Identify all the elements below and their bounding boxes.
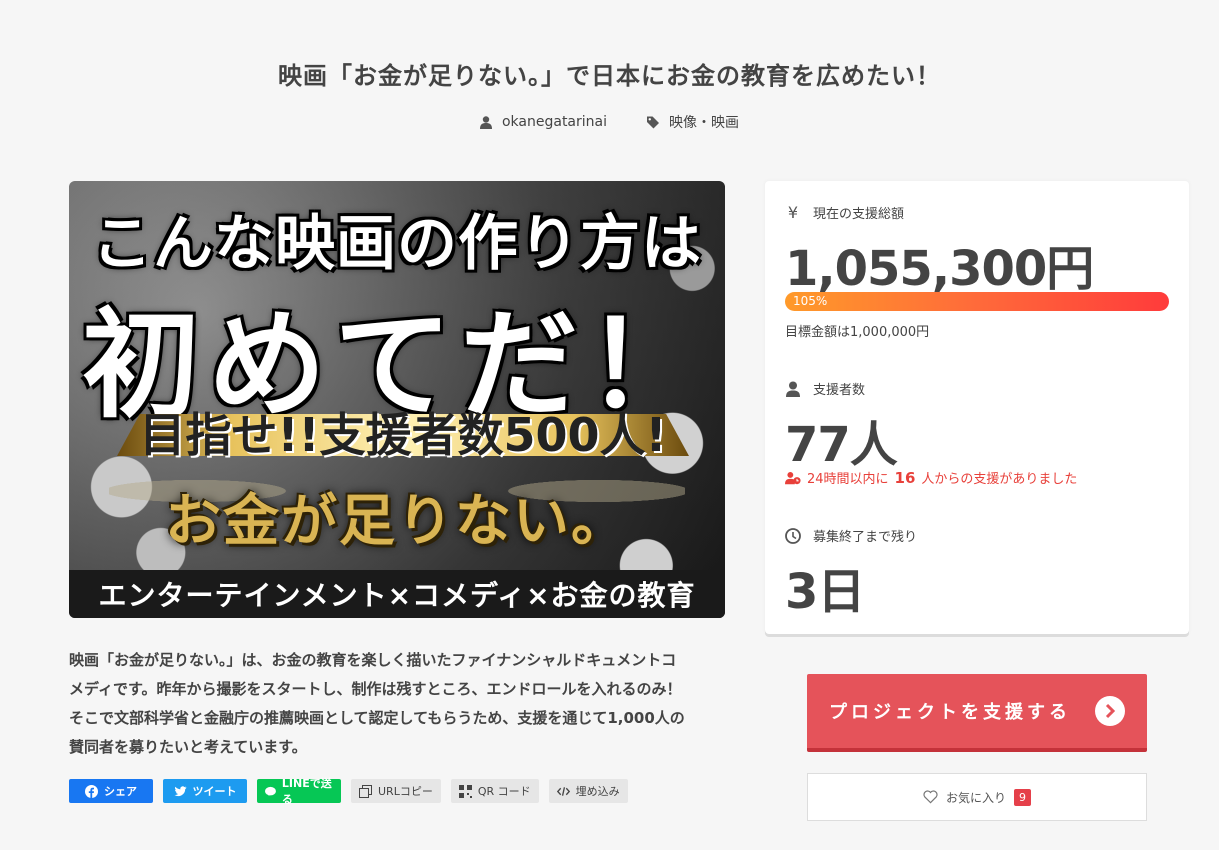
remaining-days: 3日 xyxy=(785,564,865,620)
description-line: そこで文部科学省と金融庁の推薦映画として認定してもらうため、支援を通じて1,00… xyxy=(69,709,685,727)
chevron-right-icon xyxy=(1095,696,1125,726)
project-title: 映画「お金が足りない。」で日本にお金の教育を広めたい！ xyxy=(278,62,941,90)
url-copy-button[interactable]: URLコピー xyxy=(351,779,441,803)
description-line: 映画「お金が足りない。」は、お金の教育を楽しく描いたファイナンシャルドキュメント… xyxy=(69,651,677,669)
category-link[interactable]: 映像・映画 xyxy=(647,112,739,132)
user-icon xyxy=(786,381,800,397)
clock-icon xyxy=(785,527,801,544)
hero-ribbon-text: 目指せ!!支援者数500人! xyxy=(139,408,667,462)
total-label-row: ¥ 現在の支援総額 xyxy=(785,203,904,222)
progress-percent: 105% xyxy=(793,294,828,308)
user-icon xyxy=(479,115,492,129)
author-link[interactable]: okanegatarinai xyxy=(479,112,607,132)
line-icon xyxy=(265,786,276,796)
hero-tagline: エンターテインメント×コメディ×お金の教育 xyxy=(69,570,725,618)
qr-code-button[interactable]: QR コード xyxy=(450,779,539,803)
facebook-share-button[interactable]: シェア xyxy=(69,779,153,803)
share-bar: シェア ツイート LINEで送る URLコピー QR コード 埋め込み xyxy=(69,777,628,806)
funding-stats-card: ¥ 現在の支援総額 1,055,300円 105% 目標金額は1,000,000… xyxy=(765,181,1189,634)
project-description: 映画「お金が足りない。」は、お金の教育を楽しく描いたファイナンシャルドキュメント… xyxy=(69,646,729,762)
twitter-icon xyxy=(174,785,186,796)
category-name: 映像・映画 xyxy=(669,115,739,131)
favorite-label: お気に入り xyxy=(945,790,1006,805)
author-name: okanegatarinai xyxy=(501,114,607,130)
recent-support-notice: 24時間以内に 16 人からの支援がありました xyxy=(785,468,1077,487)
heart-icon xyxy=(923,790,938,804)
yen-icon: ¥ xyxy=(787,203,799,222)
favorite-count-badge: 9 xyxy=(1014,788,1031,806)
favorite-button[interactable]: お気に入り 9 xyxy=(807,773,1147,821)
support-project-button[interactable]: プロジェクトを支援する xyxy=(807,674,1147,752)
embed-button[interactable]: 埋め込み xyxy=(548,779,628,803)
description-line: メディです。昨年から撮影をスタートし、制作は残すところ、エンドロールを入れるのみ… xyxy=(69,680,682,698)
remaining-label-row: 募集終了まで残り xyxy=(785,526,917,545)
description-line: 賛同者を募りたいと考えています。 xyxy=(69,738,307,756)
supporters-count: 77人 xyxy=(785,417,898,473)
hero-image[interactable]: こんな映画の作り方は 初めてだ！ 目指せ!!支援者数500人! お金が足りない。… xyxy=(69,181,725,618)
facebook-icon xyxy=(85,784,98,798)
recent-count: 16 xyxy=(894,468,916,487)
goal-amount: 目標金額は1,000,000円 xyxy=(785,325,930,340)
qr-icon xyxy=(458,784,472,798)
project-meta: okanegatarinai 映像・映画 xyxy=(0,112,1219,132)
line-share-button[interactable]: LINEで送る xyxy=(257,777,341,806)
code-icon xyxy=(556,786,570,796)
user-clock-icon xyxy=(785,471,801,484)
progress-bar: 105% xyxy=(785,292,1169,311)
movie-logo: お金が足りない。 xyxy=(165,489,629,554)
tag-icon xyxy=(647,116,659,128)
total-amount: 1,055,300円 xyxy=(785,241,1094,297)
copy-icon xyxy=(359,784,372,798)
twitter-share-button[interactable]: ツイート xyxy=(163,779,247,803)
support-button-label: プロジェクトを支援する xyxy=(829,702,1071,723)
supporters-label-row: 支援者数 xyxy=(785,379,865,398)
